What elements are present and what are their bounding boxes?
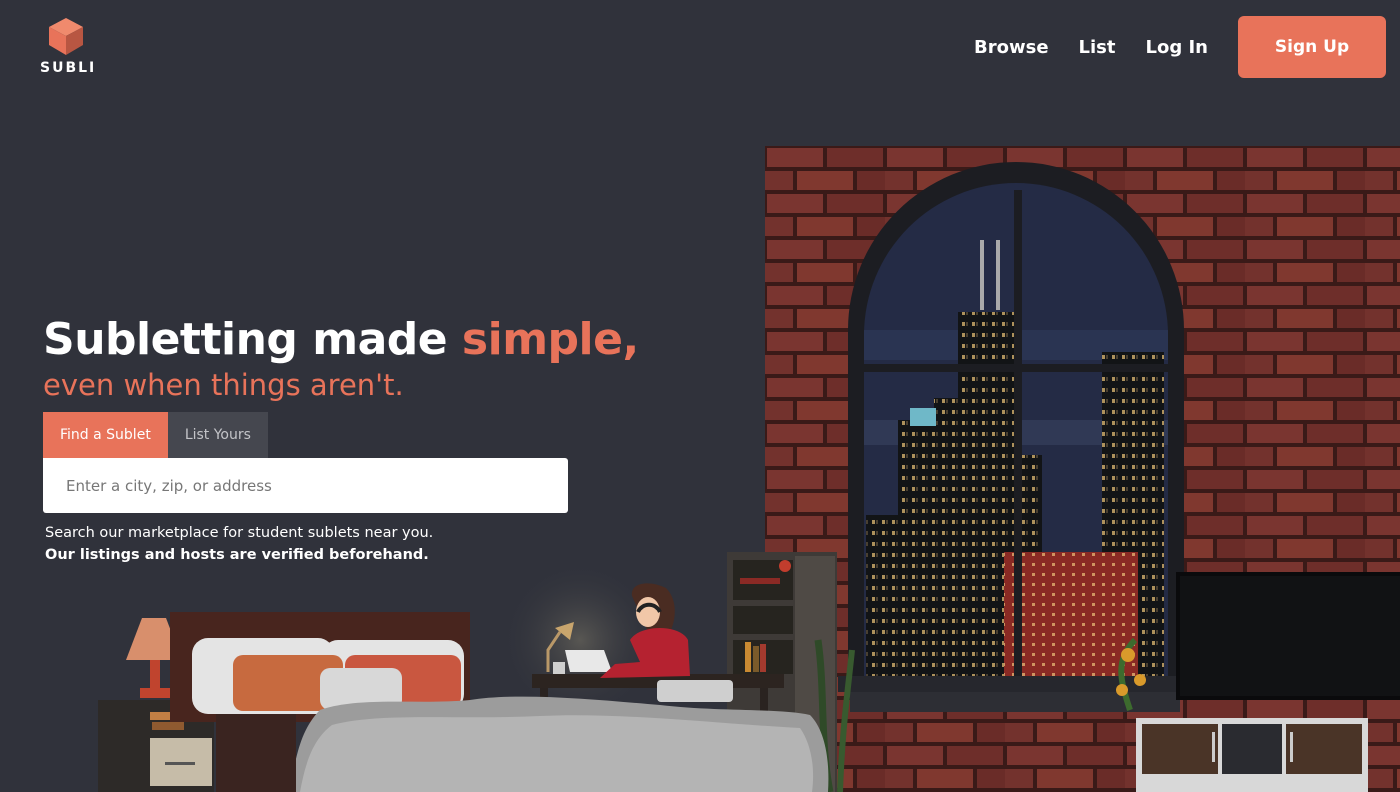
hero-subheadline: even when things aren't. [43,368,404,402]
nav-browse-link[interactable]: Browse [974,37,1049,58]
hero-description: Search our marketplace for student suble… [43,522,663,566]
nav-login-link[interactable]: Log In [1146,37,1209,58]
tab-list-yours[interactable]: List Yours [167,412,268,458]
description-line-1: Search our marketplace for student suble… [45,525,434,541]
search-tabs: Find a Sublet List Yours [43,412,663,458]
hero-headline: Subletting made simple, [43,312,663,368]
hero-section: Subletting made simple, even when things… [43,312,663,566]
brand-name: SUBLI [40,60,97,76]
headline-accent-text: simple, [461,314,639,365]
cube-logo-icon [49,18,83,55]
sign-up-button[interactable]: Sign Up [1238,16,1386,78]
top-nav: Browse List Log In Sign Up [974,16,1386,78]
tab-find-a-sublet[interactable]: Find a Sublet [43,412,168,458]
headline-main-text: Subletting made [43,314,462,365]
nav-list-link[interactable]: List [1079,37,1116,58]
brand-logo[interactable]: SUBLI [40,16,97,76]
location-search-input[interactable] [43,458,568,513]
description-line-2: Our listings and hosts are verified befo… [45,547,429,563]
